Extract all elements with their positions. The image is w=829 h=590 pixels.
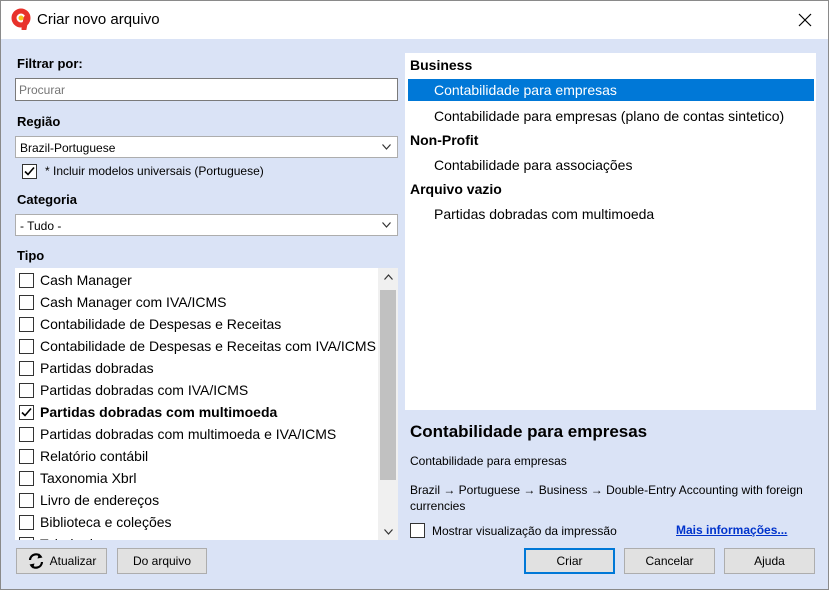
tipo-item-label: Biblioteca e coleções [40, 514, 172, 530]
template-item[interactable]: Contabilidade para empresas [408, 79, 814, 101]
tipo-checkbox[interactable] [19, 537, 34, 540]
checkmark-icon [21, 407, 32, 417]
tipo-item[interactable]: Relatório contábil [18, 445, 377, 467]
tipo-checkbox[interactable] [19, 493, 34, 508]
tipo-item-label: Taxonomia Xbrl [40, 470, 137, 486]
tipo-item-label: Cash Manager [40, 272, 132, 288]
tipo-checkbox[interactable] [19, 471, 34, 486]
close-button[interactable] [782, 1, 828, 39]
checkmark-icon [24, 166, 35, 176]
tipo-checkbox[interactable] [19, 339, 34, 354]
tipo-item[interactable]: Contabilidade de Despesas e Receitas com… [18, 335, 377, 357]
from-file-label: Do arquivo [132, 554, 192, 568]
tipo-item[interactable]: Partidas dobradas com multimoeda [18, 401, 377, 423]
tipo-item-label: Tabela de ... [40, 536, 116, 540]
tipo-checkbox[interactable] [19, 273, 34, 288]
tipo-item[interactable]: Cash Manager com IVA/ICMS [18, 291, 377, 313]
template-list: Business Contabilidade para empresas Conta… [405, 53, 816, 410]
create-file-dialog: Criar novo arquivo Filtrar por: Região B… [0, 0, 829, 590]
tipo-item-label: Partidas dobradas com multimoeda [40, 404, 278, 420]
template-group-header: Business [410, 57, 473, 73]
filter-label: Filtrar por: [17, 56, 83, 71]
template-item[interactable]: Partidas dobradas com multimoeda [408, 203, 814, 225]
template-group-header: Arquivo vazio [410, 181, 502, 197]
chevron-down-icon [383, 528, 393, 535]
tipo-item-label: Relatório contábil [40, 448, 149, 464]
help-label: Ajuda [754, 554, 785, 568]
tipo-item-label: Contabilidade de Despesas e Receitas com… [40, 338, 376, 354]
tipo-item[interactable]: Contabilidade de Despesas e Receitas [18, 313, 377, 335]
help-button[interactable]: Ajuda [724, 548, 815, 574]
detail-path: Brazil → Portuguese → Business → Double-… [410, 483, 803, 513]
include-universal-checkbox[interactable] [22, 164, 37, 179]
from-file-button[interactable]: Do arquivo [117, 548, 207, 574]
tipo-item-label: Partidas dobradas [40, 360, 154, 376]
tipo-item[interactable]: Partidas dobradas [18, 357, 377, 379]
template-item[interactable]: Contabilidade para associações [408, 154, 814, 176]
tipo-item-label: Cash Manager com IVA/ICMS [40, 294, 227, 310]
include-universal-label: * Incluir modelos universais (Portuguese… [45, 164, 264, 178]
detail-title: Contabilidade para empresas [410, 422, 648, 441]
tipo-item-label: Contabilidade de Despesas e Receitas [40, 316, 282, 332]
window-title: Criar novo arquivo [37, 11, 160, 28]
refresh-label: Atualizar [49, 554, 97, 568]
print-preview-label: Mostrar visualização da impressão [432, 524, 617, 538]
tipo-item-label: Partidas dobradas com multimoeda e IVA/I… [40, 426, 337, 442]
create-button[interactable]: Criar [524, 548, 615, 574]
region-select[interactable]: Brazil-Portuguese [15, 136, 398, 158]
cancel-label: Cancelar [645, 554, 694, 568]
chevron-down-icon [382, 144, 391, 150]
tipo-item[interactable]: Cash Manager [18, 269, 377, 291]
category-select[interactable]: - Tudo - [15, 214, 398, 236]
cancel-button[interactable]: Cancelar [624, 548, 715, 574]
detail-description: Contabilidade para empresas [410, 454, 567, 468]
scroll-up-button[interactable] [378, 268, 398, 285]
tipo-item[interactable]: Livro de endereços [18, 489, 377, 511]
search-input[interactable] [15, 78, 398, 101]
category-label: Categoria [17, 192, 77, 207]
create-label: Criar [556, 554, 583, 568]
region-label: Região [17, 114, 61, 129]
tipo-checkbox[interactable] [19, 449, 34, 464]
more-info-link[interactable]: Mais informações... [676, 523, 787, 537]
tipo-checkbox[interactable] [19, 383, 34, 398]
tipo-label: Tipo [17, 248, 45, 263]
tipo-list-box: Cash Manager Cash Manager com IVA/ICMS Con… [15, 268, 398, 540]
tipo-item-label: Partidas dobradas com IVA/ICMS [40, 382, 249, 398]
tipo-checkbox[interactable] [19, 515, 34, 530]
scroll-thumb[interactable] [380, 290, 396, 480]
chevron-down-icon [382, 222, 391, 228]
tipo-list: Cash Manager Cash Manager com IVA/ICMS Con… [15, 268, 377, 540]
tipo-checkbox[interactable] [19, 361, 34, 376]
tipo-checkbox[interactable] [19, 295, 34, 310]
tipo-item-label: Livro de endereços [40, 492, 160, 508]
chevron-up-icon [383, 273, 393, 280]
tipo-item[interactable]: Partidas dobradas com IVA/ICMS [18, 379, 377, 401]
tipo-item[interactable]: Partidas dobradas com multimoeda e IVA/I… [18, 423, 377, 445]
title-bar: Criar novo arquivo [1, 1, 828, 39]
region-value: Brazil-Portuguese [20, 141, 116, 155]
category-value: - Tudo - [20, 219, 62, 233]
tipo-item[interactable]: Tabela de ... [18, 533, 377, 540]
template-group-header: Non-Profit [410, 132, 479, 148]
scroll-down-button[interactable] [378, 523, 398, 540]
tipo-checkbox[interactable] [19, 317, 34, 332]
tipo-scrollbar[interactable] [378, 268, 398, 540]
tipo-item[interactable]: Taxonomia Xbrl [18, 467, 377, 489]
refresh-button[interactable]: Atualizar [16, 548, 107, 574]
close-icon [798, 13, 812, 27]
tipo-item[interactable]: Biblioteca e coleções [18, 511, 377, 533]
tipo-checkbox[interactable] [19, 427, 34, 442]
refresh-icon [28, 553, 43, 569]
tipo-checkbox[interactable] [19, 405, 34, 420]
banana-9-logo-icon [11, 8, 31, 30]
print-preview-checkbox[interactable] [410, 523, 425, 538]
template-item[interactable]: Contabilidade para empresas (plano de co… [408, 105, 814, 127]
